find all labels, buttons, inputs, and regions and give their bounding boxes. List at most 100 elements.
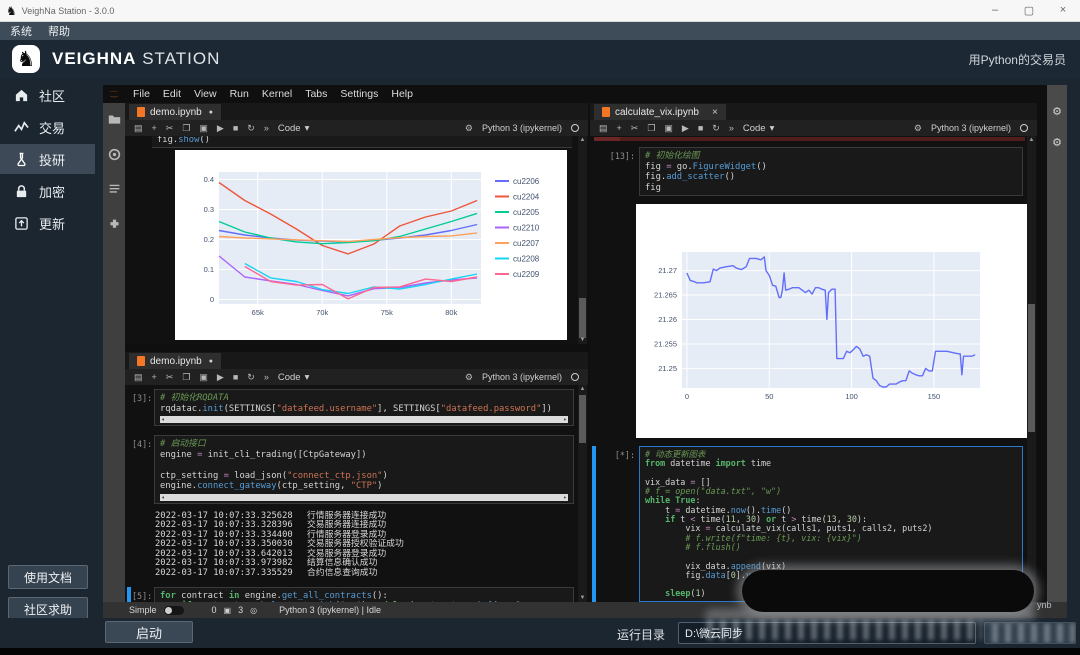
notebook-file-icon	[137, 356, 145, 366]
run-icon[interactable]: ▶	[682, 123, 689, 134]
kernel-icon: ◎	[250, 606, 257, 615]
vertical-scrollbar[interactable]: ▲ ▼	[578, 385, 587, 602]
add-cell-icon[interactable]: +	[152, 123, 157, 133]
sidebar-item-update[interactable]: 更新	[0, 208, 95, 238]
update-icon	[14, 216, 29, 231]
selected-cell-bar	[127, 389, 131, 426]
chevron-down-icon: ▾	[770, 123, 775, 134]
settings-icon[interactable]: ⚙	[1052, 136, 1062, 149]
svg-text:21.27: 21.27	[658, 266, 677, 275]
vertical-scrollbar[interactable]: ▲ ▼	[1027, 136, 1036, 602]
restart-icon[interactable]: ↻	[712, 123, 720, 134]
minimize-icon[interactable]: –	[978, 4, 1012, 17]
stop-icon[interactable]: ■	[233, 372, 238, 382]
code-cell-5[interactable]: [5]:for contract in engine.get_all_contr…	[127, 587, 574, 602]
chevron-down-icon: ▾	[305, 372, 310, 383]
kernel-name[interactable]: Python 3 (ipykernel)	[482, 123, 562, 133]
launch-button[interactable]: 启动	[105, 621, 193, 643]
notebook-file-icon	[602, 107, 610, 117]
add-cell-icon[interactable]: +	[617, 123, 622, 133]
property-inspector-icon[interactable]: ⚙	[1052, 105, 1062, 118]
stop-icon[interactable]: ■	[233, 123, 238, 133]
cut-icon[interactable]: ✂	[631, 123, 639, 134]
debugger-icon[interactable]: ⚙	[465, 123, 473, 134]
run-icon[interactable]: ▶	[217, 123, 224, 134]
table-of-contents-icon[interactable]	[108, 183, 121, 196]
paste-icon[interactable]: ▣	[199, 123, 208, 134]
jupyter-menu-edit[interactable]: Edit	[163, 88, 181, 100]
code-editor[interactable]: # 初始化RQDATArqdatac.init(SETTINGS["datafe…	[154, 389, 574, 426]
sidebar-item-trading[interactable]: 交易	[0, 112, 95, 142]
jupyter-menu-file[interactable]: File	[133, 88, 150, 100]
code-cell-4[interactable]: [4]:# 启动接口engine = init_cli_trading([Ctp…	[127, 435, 574, 504]
paste-icon[interactable]: ▣	[664, 123, 673, 134]
save-icon[interactable]: ▤	[599, 123, 608, 134]
cut-icon[interactable]: ✂	[166, 372, 174, 383]
restart-run-all-icon[interactable]: »	[264, 372, 269, 382]
simple-mode-toggle[interactable]	[164, 606, 184, 615]
cell-output-log: 2022-03-17 10:07:33.325628行情服务器连接成功2022-…	[155, 512, 574, 579]
file-browser-icon[interactable]	[108, 113, 121, 126]
code-cell-13[interactable]: [13]:# 初始化绘图fig = go.FigureWidget()fig.a…	[592, 147, 1023, 196]
save-icon[interactable]: ▤	[134, 372, 143, 383]
veighna-station-window: ♞ VeighNa Station - 3.0.0 –▢× 系统 帮助 ♞ VE…	[0, 0, 1080, 655]
menu-help[interactable]: 帮助	[48, 23, 70, 39]
extensions-icon[interactable]	[108, 218, 121, 231]
choose-directory-button[interactable]	[984, 622, 1076, 644]
running-kernels-icon[interactable]	[108, 148, 121, 161]
stop-icon[interactable]: ■	[698, 123, 703, 133]
notebook-file-icon	[137, 107, 145, 117]
kernel-name[interactable]: Python 3 (ipykernel)	[482, 372, 562, 382]
tab-calculate-vix-ipynb[interactable]: calculate_vix.ipynb ×	[594, 104, 726, 120]
jupyter-menu-settings[interactable]: Settings	[340, 88, 378, 100]
chart-svg: 21.2521.25521.2621.26521.27050100150	[636, 204, 1028, 438]
cell-type-select[interactable]: Code▾	[278, 123, 310, 134]
paste-icon[interactable]: ▣	[199, 372, 208, 383]
kernel-name[interactable]: Python 3 (ipykernel)	[931, 123, 1011, 133]
sidebar-item-community[interactable]: 社区	[0, 80, 95, 110]
jupyter-menu-view[interactable]: View	[194, 88, 217, 100]
restart-icon[interactable]: ↻	[247, 372, 255, 383]
tab-demo-ipynb[interactable]: demo.ipynb ●	[129, 353, 221, 369]
jupyter-menu-kernel[interactable]: Kernel	[262, 88, 292, 100]
os-taskbar[interactable]	[0, 648, 1080, 655]
svg-text:0: 0	[685, 392, 689, 401]
debugger-icon[interactable]: ⚙	[914, 123, 922, 134]
add-cell-icon[interactable]: +	[152, 372, 157, 382]
svg-text:50: 50	[765, 392, 773, 401]
restart-icon[interactable]: ↻	[247, 123, 255, 134]
sidebar-item-encrypt[interactable]: 加密	[0, 176, 95, 206]
partial-code-line[interactable]: fig.show()	[152, 136, 572, 148]
cut-icon[interactable]: ✂	[166, 123, 174, 134]
docs-button[interactable]: 使用文档	[8, 565, 88, 589]
code-editor[interactable]: # 启动接口engine = init_cli_trading([CtpGate…	[154, 435, 574, 504]
horizontal-scrollbar[interactable]: ◂▸	[160, 416, 568, 423]
code-editor[interactable]: for contract in engine.get_all_contracts…	[154, 587, 574, 602]
copy-icon[interactable]: ❐	[182, 372, 190, 383]
menu-system[interactable]: 系统	[10, 23, 32, 39]
restart-run-all-icon[interactable]: »	[729, 123, 734, 133]
save-icon[interactable]: ▤	[134, 123, 143, 134]
close-tab-icon[interactable]: ×	[712, 107, 718, 118]
tab-demo-ipynb[interactable]: demo.ipynb ●	[129, 104, 221, 120]
vertical-scrollbar[interactable]: ▲ ▼	[578, 136, 587, 344]
tagline: 用Python的交易员	[969, 51, 1066, 68]
run-icon[interactable]: ▶	[217, 372, 224, 383]
restart-run-all-icon[interactable]: »	[264, 123, 269, 133]
sidebar-item-research[interactable]: 投研	[0, 144, 95, 174]
close-icon[interactable]: ×	[1046, 4, 1080, 17]
copy-icon[interactable]: ❐	[182, 123, 190, 134]
code-cell-3[interactable]: [3]:# 初始化RQDATArqdatac.init(SETTINGS["da…	[127, 389, 574, 426]
lock-icon	[14, 184, 29, 199]
jupyter-menu-tabs[interactable]: Tabs	[305, 88, 327, 100]
jupyter-menu-help[interactable]: Help	[391, 88, 413, 100]
notebook-toolbar: ▤ + ✂ ❐ ▣ ▶ ■ ↻ » Code▾ ⚙ Python 3 (ipykernel)	[590, 120, 1037, 136]
debugger-icon[interactable]: ⚙	[465, 372, 473, 383]
cell-type-select[interactable]: Code▾	[278, 372, 310, 383]
horizontal-scrollbar[interactable]: ◂▸	[160, 494, 568, 501]
code-editor[interactable]: # 初始化绘图fig = go.FigureWidget()fig.add_sc…	[639, 147, 1023, 196]
cell-type-select[interactable]: Code▾	[743, 123, 775, 134]
jupyter-menu-run[interactable]: Run	[230, 88, 249, 100]
copy-icon[interactable]: ❐	[647, 123, 655, 134]
maximize-icon[interactable]: ▢	[1012, 4, 1046, 17]
